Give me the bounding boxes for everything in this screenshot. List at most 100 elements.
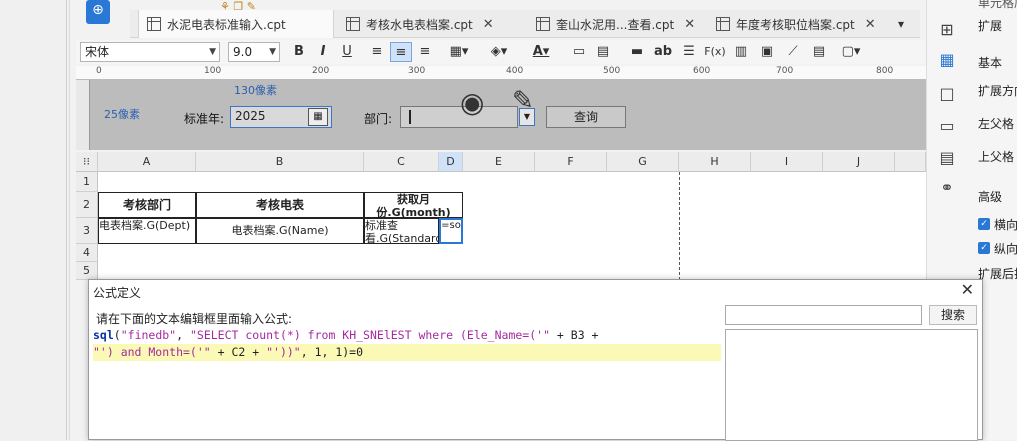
cell-b3[interactable]: 电表档案.G(Name): [196, 218, 364, 244]
formula-editor[interactable]: sql("finedb", "SELECT count(*) from KH_S…: [93, 327, 721, 441]
query-button[interactable]: 查询: [546, 106, 626, 128]
font-size-select[interactable]: 9.0 ▼: [228, 42, 280, 62]
format-toolbar: 宋体 ▼ 9.0 ▼ B I U ≡ ≡ ≡ ▦▾ ◈▾ A▾ ▭ ▤ ▬ ab…: [76, 40, 926, 64]
tab-label: 考核水电表档案.cpt: [366, 17, 473, 32]
ruler-tick: 600: [693, 66, 711, 76]
tab-label: 年度考核职位档案.cpt: [736, 17, 855, 32]
tab-bar: 水泥电表标准输入.cpt 考核水电表档案.cpt ✕ 奎山水泥用...查看.cp…: [130, 10, 920, 38]
cell-d3-selected[interactable]: =so: [439, 218, 463, 244]
dialog-title: 公式定义: [93, 286, 142, 300]
cell-attr-icon[interactable]: ⊞: [935, 18, 959, 42]
text-cell-button[interactable]: ab: [652, 42, 674, 62]
chevron-down-icon: ▼: [269, 47, 276, 57]
row-header[interactable]: 5: [76, 262, 98, 280]
row-header[interactable]: 4: [76, 244, 98, 262]
column-header[interactable]: J: [823, 152, 895, 172]
column-header[interactable]: E: [463, 152, 535, 172]
grid-icon: [346, 17, 360, 31]
formula-button[interactable]: F(x): [704, 42, 726, 62]
cell-element-icon[interactable]: ▦: [935, 48, 959, 72]
ruler-tick: 0: [96, 66, 102, 76]
underline-button[interactable]: U: [336, 42, 358, 62]
widget-icon[interactable]: ▢▾: [836, 42, 866, 62]
function-list[interactable]: [725, 329, 978, 441]
calendar-icon[interactable]: ▦: [308, 108, 328, 126]
column-header[interactable]: D: [439, 152, 463, 172]
image-icon[interactable]: ▣: [756, 42, 778, 62]
chevron-down-icon: ▼: [209, 47, 216, 57]
widget-panel-icon[interactable]: ▭: [935, 114, 959, 138]
ruler-tick: 100: [204, 66, 222, 76]
list-icon[interactable]: ☰: [678, 42, 700, 62]
column-header[interactable]: H: [679, 152, 751, 172]
column-header[interactable]: F: [535, 152, 607, 172]
year-value: 2025: [235, 109, 266, 123]
tab-file-4[interactable]: 年度考核职位档案.cpt ✕: [708, 10, 888, 38]
split-cells-icon[interactable]: ▤: [592, 42, 614, 62]
grid-icon: [716, 17, 730, 31]
bold-button[interactable]: B: [288, 42, 310, 62]
dialog-prompt: 请在下面的文本编辑框里面输入公式:: [96, 312, 293, 326]
cell-a3[interactable]: 电表档案.G(Dept): [98, 218, 196, 244]
column-header[interactable]: A: [98, 152, 196, 172]
close-icon[interactable]: ✕: [684, 17, 695, 32]
font-size-value: 9.0: [233, 45, 253, 59]
italic-button[interactable]: I: [312, 42, 334, 62]
close-icon[interactable]: ✕: [483, 17, 494, 32]
cell-b2[interactable]: 考核电表: [196, 192, 364, 218]
eye-hidden-icon[interactable]: ◉: [460, 86, 484, 119]
checkbox-horizontal[interactable]: ✓: [978, 218, 990, 230]
column-header[interactable]: C: [364, 152, 439, 172]
left-sidebar: [0, 0, 70, 440]
spreadsheet-grid: ⁝⁝ A B C D E F G H I J 1 2 3 4 5 考核部门 考核…: [76, 152, 926, 280]
advanced-section: 高级: [978, 190, 1003, 204]
row-header[interactable]: 2: [76, 192, 98, 218]
column-header[interactable]: B: [196, 152, 364, 172]
align-right-icon[interactable]: ≡: [414, 42, 436, 62]
row-header[interactable]: 3: [76, 218, 98, 244]
app-logo-icon[interactable]: ⊕: [86, 0, 110, 24]
frame-icon[interactable]: □: [935, 82, 959, 106]
vertical-label: 纵向: [994, 242, 1017, 256]
fill-color-icon[interactable]: ◈▾: [484, 42, 514, 62]
tab-menu-icon[interactable]: ▾: [898, 10, 918, 38]
chart-icon[interactable]: ▥: [730, 42, 752, 62]
cell-c2[interactable]: 获取月份.G(month): [364, 192, 463, 218]
formula-dialog: 公式定义 ✕ 请在下面的文本编辑框里面输入公式: 搜索 sql("finedb"…: [88, 279, 983, 441]
formula-line-1: sql("finedb", "SELECT count(*) from KH_S…: [93, 328, 599, 342]
tab-file-1[interactable]: 水泥电表标准输入.cpt: [138, 10, 334, 38]
page-break-line: [679, 172, 680, 280]
merge-cells-icon[interactable]: ▭: [568, 42, 590, 62]
ruler-tick: 800: [876, 66, 894, 76]
column-header[interactable]: I: [751, 152, 823, 172]
subreport-icon[interactable]: ▤: [808, 42, 830, 62]
tab-label: 水泥电表标准输入.cpt: [167, 17, 286, 32]
slash-icon[interactable]: ⟋: [782, 42, 804, 62]
left-parent-label: 左父格: [978, 117, 1015, 131]
cell-c3[interactable]: 标准查看.G(Standard): [364, 218, 439, 244]
insert-row-icon[interactable]: ▬: [626, 42, 648, 62]
position-hint-top: 130像素: [234, 84, 277, 97]
font-family-select[interactable]: 宋体 ▼: [80, 42, 220, 62]
tab-file-3[interactable]: 奎山水泥用...查看.cpt ✕: [528, 10, 708, 38]
cell-a2[interactable]: 考核部门: [98, 192, 196, 218]
text-cursor: [409, 110, 411, 124]
condition-icon[interactable]: ▤: [935, 146, 959, 170]
border-icon[interactable]: ▦▾: [444, 42, 474, 62]
close-icon[interactable]: ✕: [961, 280, 974, 299]
column-header[interactable]: G: [607, 152, 679, 172]
align-left-icon[interactable]: ≡: [366, 42, 388, 62]
tab-file-2[interactable]: 考核水电表档案.cpt ✕: [338, 10, 528, 38]
tab-expand[interactable]: 扩展: [978, 17, 1002, 34]
dept-combo[interactable]: ▼: [400, 106, 535, 128]
checkbox-vertical[interactable]: ✓: [978, 242, 990, 254]
hyperlink-icon[interactable]: ⚭: [935, 176, 959, 200]
search-input[interactable]: [725, 305, 922, 325]
corner-handle[interactable]: ⁝⁝: [76, 152, 98, 172]
align-center-icon[interactable]: ≡: [390, 42, 412, 62]
font-color-icon[interactable]: A▾: [526, 42, 556, 62]
pencil-icon[interactable]: ✎: [512, 86, 534, 116]
search-button[interactable]: 搜索: [929, 305, 977, 325]
row-header[interactable]: 1: [76, 172, 98, 192]
close-icon[interactable]: ✕: [865, 17, 876, 32]
